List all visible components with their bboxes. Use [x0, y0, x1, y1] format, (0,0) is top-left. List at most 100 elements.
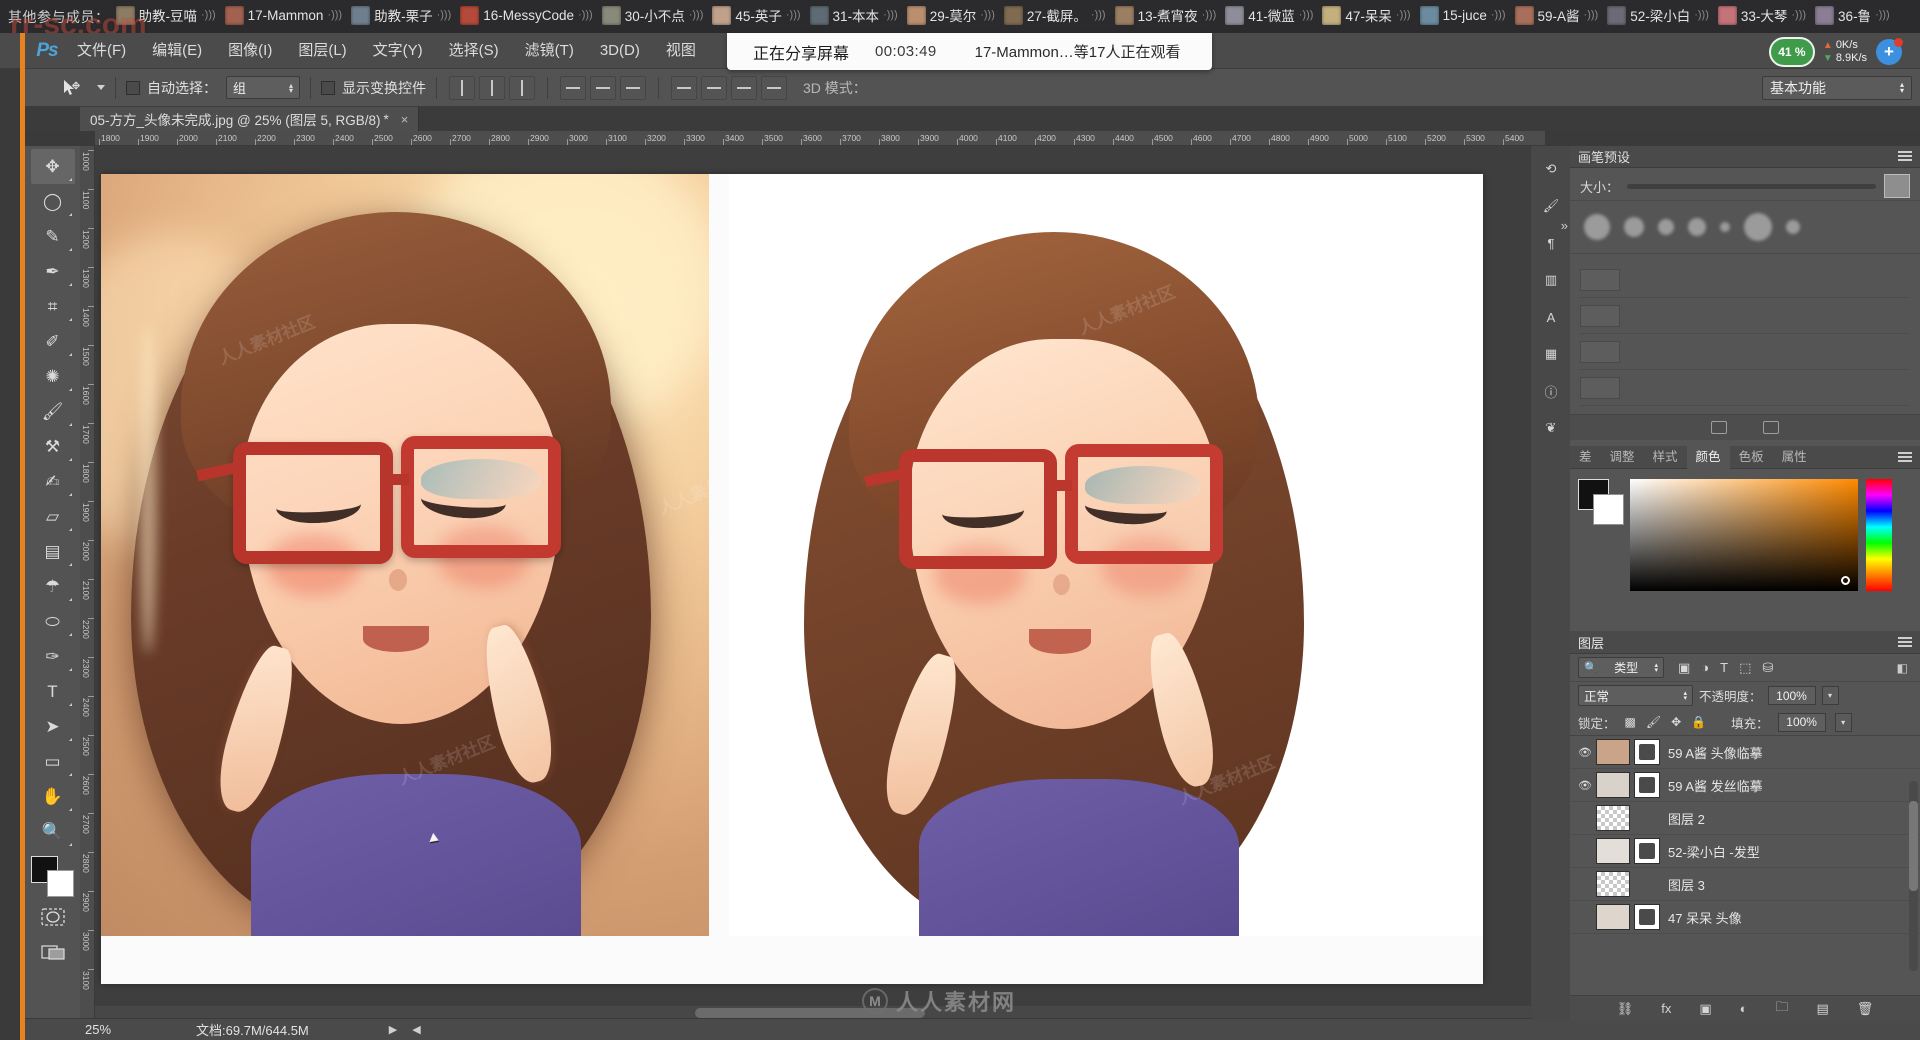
color-panel-tab-5[interactable]: 属性 [1773, 446, 1816, 469]
layer-mask-thumbnail[interactable] [1634, 904, 1660, 930]
align-button-0[interactable] [449, 75, 475, 100]
brush-preset-4[interactable] [1720, 222, 1730, 232]
brush-list-item[interactable] [1580, 298, 1910, 334]
show-transform-checkbox[interactable] [321, 80, 335, 95]
color-panel-tab-1[interactable]: 调整 [1601, 446, 1644, 469]
layer-mask-thumbnail[interactable] [1634, 772, 1660, 798]
color-panel-tab-3[interactable]: 颜色 [1686, 445, 1730, 469]
clone-stamp-tool-icon[interactable]: ⚒ [31, 429, 75, 464]
close-icon[interactable]: × [401, 112, 409, 127]
participant-item[interactable]: 59-A酱 ·))) [1514, 5, 1604, 25]
screen-share-toast[interactable]: 正在分享屏幕 00:03:49 17-Mammon…等17人正在观看 [727, 33, 1212, 70]
layer-filter-kind-dropdown[interactable]: 🔍 类型 ▴ ▾ [1578, 657, 1664, 678]
participant-item[interactable]: 29-莫尔 ·))) [906, 5, 1000, 25]
layer-visibility-icon[interactable]: 👁 [1574, 746, 1596, 759]
brush-preset-3[interactable] [1688, 218, 1706, 236]
move-tool-icon[interactable] [52, 75, 90, 101]
network-status-widget[interactable]: 41 % ▲ 0K/s ▼ 8.9K/s + [1768, 36, 1903, 68]
panel-menu-icon[interactable] [1898, 452, 1912, 463]
crop-tool-icon[interactable]: ⌗ [31, 289, 75, 324]
pen-tool-icon[interactable]: ✑ [31, 639, 75, 674]
scrollbar-thumb[interactable] [1909, 801, 1918, 891]
lock-icon-group[interactable]: ▩ 🖌 ✥ 🔒 [1625, 715, 1707, 729]
layer-row[interactable]: 👁 59 A酱 发丝临摹 [1570, 769, 1920, 802]
lock-transparent-icon[interactable]: ▩ [1625, 715, 1636, 729]
quick-select-tool-icon[interactable]: ✒ [31, 254, 75, 289]
move-tool-icon[interactable]: ✥ [30, 149, 75, 184]
layers-panel-footer[interactable]: ⛓ fx ▣ ◐ 🗀 ▤ 🗑 [1570, 995, 1920, 1021]
layer-row[interactable]: 52-梁小白 -发型 [1570, 835, 1920, 868]
menu-item-0[interactable]: 文件(F) [64, 33, 139, 69]
brush-list-item[interactable] [1580, 262, 1910, 298]
background-color-swatch[interactable] [1593, 494, 1624, 525]
color-picker-handle[interactable] [1841, 576, 1850, 585]
lasso-tool-icon[interactable]: ✎ [31, 219, 75, 254]
participant-item[interactable]: 30-小不点 ·))) [601, 5, 709, 25]
menu-item-2[interactable]: 图像(I) [215, 33, 285, 69]
menu-item-3[interactable]: 图层(L) [285, 33, 359, 69]
filter-image-icon[interactable]: ▣ [1678, 660, 1690, 676]
gradient-tool-icon[interactable]: ▤ [31, 534, 75, 569]
participant-item[interactable]: 45-英子 ·))) [712, 5, 805, 25]
participant-item[interactable]: 助教-豆喵 ·))) [115, 5, 221, 25]
type-tool-icon[interactable]: T [31, 674, 75, 709]
fill-stepper[interactable]: ▾ [1834, 712, 1852, 732]
layer-style-icon[interactable]: fx [1661, 1001, 1671, 1016]
auto-select-scope-dropdown[interactable]: 组 ▴ ▾ [226, 76, 300, 99]
document-tab[interactable]: 05-方方_头像未完成.jpg @ 25% (图层 5, RGB/8) * × [80, 107, 420, 131]
brush-size-slider[interactable] [1627, 183, 1876, 189]
color-field[interactable] [1630, 479, 1858, 591]
color-panel-tab-2[interactable]: 样式 [1644, 446, 1687, 469]
blur-tool-icon[interactable]: ☂ [31, 569, 75, 604]
layer-row[interactable]: 图层 2 [1570, 802, 1920, 835]
lock-image-icon[interactable]: 🖌 [1646, 715, 1661, 729]
path-select-tool-icon[interactable]: ➤ [31, 709, 75, 744]
artboard[interactable]: ✥ [101, 174, 1483, 984]
timeline-panel-icon[interactable]: ▦ [1536, 339, 1566, 369]
hand-tool-icon[interactable]: ✋ [31, 779, 75, 814]
background-color-swatch[interactable] [46, 870, 74, 897]
participant-item[interactable]: 31-本本 ·))) [809, 5, 903, 25]
menu-item-7[interactable]: 3D(D) [587, 33, 653, 69]
participant-item[interactable]: 41-微蓝 ·))) [1225, 5, 1318, 25]
shape-tool-icon[interactable]: ▭ [31, 744, 75, 779]
brush-preset-list[interactable] [1570, 254, 1920, 414]
filter-adjustment-icon[interactable]: ◑ [1701, 660, 1709, 675]
dodge-tool-icon[interactable]: ⬭ [31, 604, 75, 639]
align-button-4[interactable] [590, 75, 616, 100]
layer-filter-icon-group[interactable]: ▣ ◑ T ⬚ ⛁ [1678, 660, 1773, 676]
brush-preset-5[interactable] [1744, 213, 1772, 241]
color-panel-tab-4[interactable]: 色板 [1730, 446, 1773, 469]
layer-mask-thumbnail[interactable] [1634, 838, 1660, 864]
layer-row[interactable]: 图层 3 [1570, 868, 1920, 901]
filter-smart-object-icon[interactable]: ⛁ [1762, 660, 1773, 676]
participant-item[interactable]: 36-鲁 ·))) [1815, 5, 1895, 25]
layers-scrollbar[interactable] [1909, 781, 1918, 971]
status-nav-arrows[interactable]: ▶ ◀ [389, 1023, 427, 1036]
menu-item-6[interactable]: 滤镜(T) [512, 33, 587, 69]
menu-item-8[interactable]: 视图 [653, 33, 709, 69]
participant-item[interactable]: 助教-栗子 ·))) [351, 5, 456, 25]
participant-item[interactable]: 33-大琴 ·))) [1717, 5, 1811, 25]
filter-toggle-icon[interactable]: ◧ [1897, 661, 1908, 675]
collapse-panels-icon[interactable]: » [1561, 218, 1568, 233]
info-panel-icon[interactable]: ⓘ [1536, 376, 1566, 406]
brush-list-item[interactable] [1580, 370, 1910, 406]
brush-preset-0[interactable] [1584, 214, 1610, 240]
hue-strip[interactable] [1866, 479, 1892, 591]
brush-panel-icon[interactable]: 🖌 [1536, 191, 1566, 221]
delete-layer-icon[interactable]: 🗑 [1857, 1001, 1874, 1017]
layer-mask-thumbnail[interactable] [1634, 739, 1660, 765]
clone-source-panel-icon[interactable]: ❦ [1536, 413, 1566, 443]
align-button-2[interactable] [509, 75, 535, 100]
layer-row[interactable]: 👁 59 A酱 头像临摹 [1570, 736, 1920, 769]
panel-menu-icon[interactable] [1898, 637, 1912, 648]
participant-item[interactable]: 47-呆呆 ·))) [1322, 5, 1415, 25]
align-button-7[interactable] [701, 75, 727, 100]
brush-preset-6[interactable] [1786, 220, 1800, 234]
new-layer-icon[interactable]: ▤ [1817, 1001, 1829, 1017]
menu-item-4[interactable]: 文字(Y) [360, 33, 436, 69]
participant-item[interactable]: 15-juce ·))) [1419, 5, 1511, 25]
panel-menu-icon[interactable] [1898, 151, 1912, 162]
zoom-level[interactable]: 25% [85, 1022, 111, 1037]
